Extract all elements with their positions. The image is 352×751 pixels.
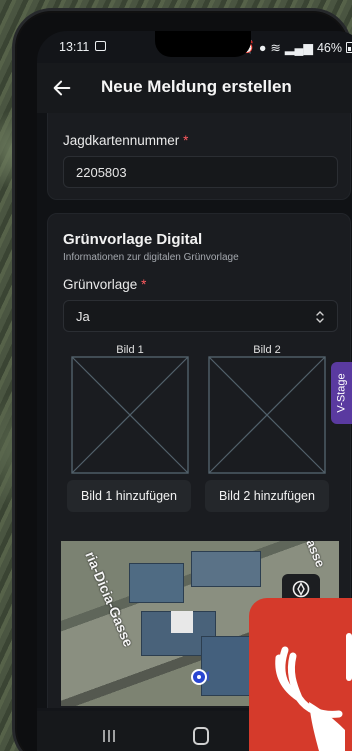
required-mark: * <box>183 133 189 148</box>
gruenvorlage-subtitle: Informationen zur digitalen Grünvorlage <box>63 252 239 263</box>
image1-label: Bild 1 <box>116 344 144 356</box>
home-button[interactable] <box>193 727 209 745</box>
app-bar: Neue Meldung erstellen <box>37 63 352 113</box>
location-icon: ● <box>258 40 267 55</box>
gruenvorlage-select-label: Grünvorlage * <box>63 277 146 292</box>
gruenvorlage-select-value: Ja <box>76 309 90 324</box>
jagdkarte-label: Jagdkartennummer * <box>63 133 188 148</box>
map-building <box>129 563 184 603</box>
gruenvorlage-select[interactable]: Ja <box>63 300 338 332</box>
image1-placeholder-icon[interactable] <box>71 356 189 474</box>
wifi-icon: ≋ <box>270 41 281 55</box>
jagdkarte-card: Jagdkartennummer * 2205803 <box>47 113 351 200</box>
required-mark: * <box>141 277 147 292</box>
add-image1-button[interactable]: Bild 1 hinzufügen <box>67 480 191 512</box>
gruenvorlage-select-label-text: Grünvorlage <box>63 277 138 292</box>
recents-icon[interactable] <box>101 729 117 743</box>
signal-icon: ▂▄▆ <box>284 41 313 55</box>
location-marker-icon <box>191 669 209 685</box>
add-image2-button[interactable]: Bild 2 hinzufügen <box>205 480 329 512</box>
gruenvorlage-title: Grünvorlage Digital <box>63 231 203 248</box>
compass-icon <box>292 580 310 598</box>
chevron-updown-icon <box>316 311 324 323</box>
battery-text: 46% <box>316 40 342 55</box>
app-logo-deer <box>249 598 352 751</box>
image2-placeholder-icon[interactable] <box>208 356 326 474</box>
status-time: 13:11 <box>59 40 90 54</box>
battery-icon <box>346 42 352 53</box>
jagdkarte-label-text: Jagdkartennummer <box>63 133 180 148</box>
image2-label: Bild 2 <box>253 344 281 356</box>
camera-notch <box>155 31 251 57</box>
map-building-white <box>171 611 193 633</box>
v-stage-tab[interactable]: V-Stage <box>331 362 352 424</box>
map-building <box>191 551 261 587</box>
status-icons: ⏰ ● ≋ ▂▄▆ 46% <box>239 40 352 55</box>
deer-antler-icon <box>275 633 352 751</box>
image-notification-icon <box>95 41 106 51</box>
page-title: Neue Meldung erstellen <box>101 77 292 96</box>
arrow-left-icon[interactable] <box>51 77 73 99</box>
jagdkarte-input[interactable]: 2205803 <box>63 156 338 188</box>
v-stage-label: V-Stage <box>335 373 348 413</box>
